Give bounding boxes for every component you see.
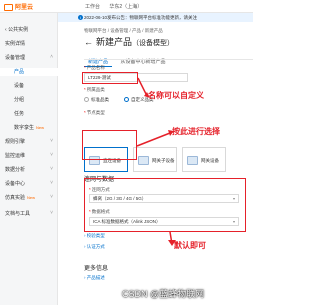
tab-bar: 新建产品 从设备中心新增产品 [84,50,169,67]
chevron-down-icon: ˅ [50,210,53,216]
product-desc-toggle[interactable]: › 产品描述 [84,275,105,281]
tabs-divider [84,59,253,60]
top-nav: 工作台 华东2（上海） [85,3,150,10]
annotation-box-network [84,178,246,232]
radio-standard-category[interactable]: 标准品类 [84,97,109,103]
back-arrow-icon[interactable]: ← [84,37,93,47]
watermark: CSDN @蓝蜂物联网 [122,289,205,299]
annotation-name-note: 名称可以自定义 [148,91,204,100]
radio-icon [84,97,89,103]
logo-text: 阿里云 [15,5,34,11]
annotation-default-note: 默认即可 [174,241,206,250]
node-type-label: *节点类型 [84,110,105,115]
product-name-label: *产品名称 [84,65,105,70]
page-title: ← 新建产品（设备模型） [84,37,175,47]
sidebar-item-product[interactable]: 产品 [0,68,58,76]
gateway-icon [187,156,198,165]
annotation-select-note: 按此进行选择 [172,127,220,136]
workbench-link[interactable]: 工作台 [85,4,100,10]
new-badge: New [27,195,36,200]
node-card-gateway-sub[interactable]: 网关子设备 [133,147,177,172]
sidebar-item-docs-tools[interactable]: 文档与工具 ˅ [0,210,58,218]
radio-checked-icon [124,97,129,103]
chevron-down-icon: ˅ [50,138,53,144]
chevron-down-icon: ˅ [50,180,53,186]
node-card-gateway[interactable]: 网关设备 [182,147,226,172]
notice-bar: i 2022-06-10发布公告：物联网平台标准功能更新，请关注 [58,13,253,22]
sidebar-item-task[interactable]: 任务 [0,110,58,118]
app-window: 阿里云 工作台 华东2（上海） ‹ 公共实例 实例详情 设备管理 ˄ 产品 设备 … [0,0,253,305]
logo-icon [4,3,13,11]
sidebar-item-instance-detail[interactable]: 实例详情 [0,40,58,48]
sidebar-item-simulation[interactable]: 仿真实验 New ˅ [0,194,58,202]
notice-text[interactable]: 2022-06-10发布公告：物联网平台标准功能更新，请关注 [84,15,197,20]
verify-type-toggle[interactable]: › 校验类型 [84,233,105,239]
chevron-down-icon: ˅ [50,152,53,158]
device-icon [138,156,149,165]
sidebar: ‹ 公共实例 实例详情 设备管理 ˄ 产品 设备 分组 任务 数字孪生 New 规则… [0,13,58,305]
chevron-up-icon: ˄ [50,54,53,60]
annotation-box-name [82,72,138,84]
auth-method-toggle[interactable]: › 认证方式 [84,244,105,250]
sidebar-item-monitoring[interactable]: 监控运维 ˅ [0,152,58,160]
info-icon: i [78,15,83,20]
sidebar-item-rule-engine[interactable]: 规则引擎 ˅ [0,138,58,146]
sidebar-item-data-analysis[interactable]: 数据分析 ˅ [0,166,58,174]
sidebar-item-device[interactable]: 设备 [0,82,58,90]
top-bar: 阿里云 工作台 华东2（上海） [0,0,253,13]
more-info-title: 更多信息 [84,266,109,272]
breadcrumb[interactable]: 物联网平台 / 设备管理 / 产品 / 新建产品 [84,28,163,34]
sidebar-item-group[interactable]: 分组 [0,96,58,104]
new-badge: New [36,125,45,130]
chevron-down-icon: ˅ [50,166,53,172]
sidebar-item-back[interactable]: ‹ 公共实例 [0,26,58,34]
sidebar-item-device-management[interactable]: 设备管理 ˄ [0,54,58,62]
sidebar-item-digital-twin[interactable]: 数字孪生 New [0,124,58,132]
aliyun-logo[interactable]: 阿里云 [4,2,33,11]
annotation-box-node-type [82,130,137,160]
region-selector[interactable]: 华东2（上海） [109,4,142,10]
sidebar-item-device-center[interactable]: 设备中心 ˅ [0,180,58,188]
category-label: *所属品类 [84,87,105,92]
chevron-down-icon: ˅ [50,194,53,200]
